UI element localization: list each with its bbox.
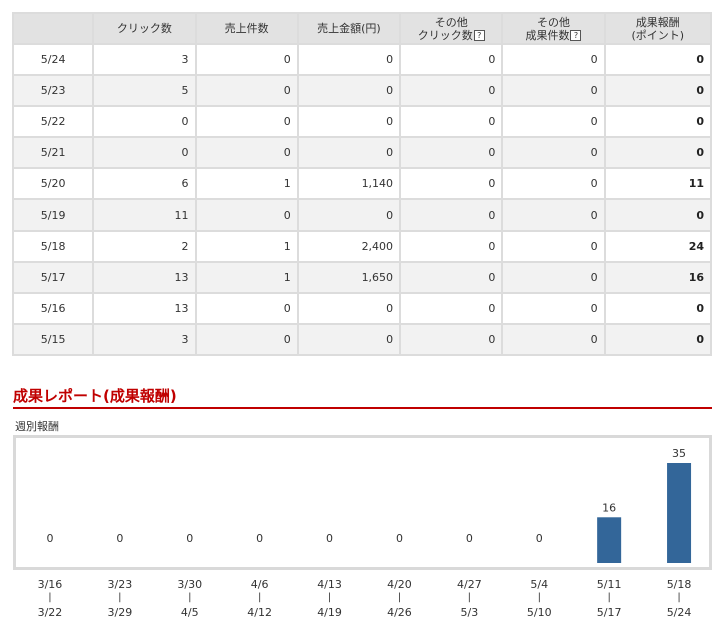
x-tick-label-end: 4/12	[247, 606, 272, 619]
x-tick-separator: |	[118, 592, 121, 603]
x-tick-label-start: 4/13	[317, 578, 342, 591]
x-tick-separator: |	[468, 592, 471, 603]
x-tick-separator: |	[398, 592, 401, 603]
chart-data-label: 0	[326, 532, 333, 545]
x-tick-label-end: 4/19	[317, 606, 342, 619]
x-tick-label-start: 4/6	[251, 578, 269, 591]
chart-data-label: 0	[396, 532, 403, 545]
x-tick-label-end: 3/29	[107, 606, 132, 619]
x-tick-label-end: 5/24	[667, 606, 692, 619]
x-tick-label-start: 5/11	[597, 578, 622, 591]
x-tick-label-start: 4/20	[387, 578, 412, 591]
x-tick-separator: |	[188, 592, 191, 603]
x-tick-label-start: 3/30	[177, 578, 202, 591]
chart-data-label: 0	[256, 532, 263, 545]
x-tick-label-start: 5/18	[667, 578, 692, 591]
x-tick-label-start: 5/4	[530, 578, 548, 591]
chart-data-label: 0	[116, 532, 123, 545]
chart-data-label: 0	[186, 532, 193, 545]
chart-data-label: 0	[466, 532, 473, 545]
x-tick-label-start: 3/23	[107, 578, 132, 591]
chart-bar	[597, 517, 622, 563]
x-tick-separator: |	[48, 592, 51, 603]
x-tick-label-end: 5/3	[460, 606, 478, 619]
chart-data-label: 16	[602, 501, 616, 514]
x-tick-separator: |	[607, 592, 610, 603]
chart-data-label: 0	[46, 532, 53, 545]
x-tick-separator: |	[328, 592, 331, 603]
x-tick-separator: |	[258, 592, 261, 603]
x-tick-label-end: 4/5	[181, 606, 199, 619]
chart-data-label: 0	[536, 532, 543, 545]
chart-bar	[667, 463, 692, 563]
x-tick-label-end: 5/10	[527, 606, 552, 619]
x-tick-label-start: 4/27	[457, 578, 482, 591]
x-tick-label-end: 3/22	[38, 606, 63, 619]
x-tick-label-end: 5/17	[597, 606, 622, 619]
x-tick-label-start: 3/16	[38, 578, 63, 591]
x-tick-separator: |	[538, 592, 541, 603]
chart-data-label: 35	[672, 447, 686, 460]
weekly-reward-chart: 03/16|3/2203/23|3/2903/30|4/504/6|4/1204…	[38, 447, 692, 619]
x-tick-label-end: 4/26	[387, 606, 412, 619]
x-tick-separator: |	[677, 592, 680, 603]
